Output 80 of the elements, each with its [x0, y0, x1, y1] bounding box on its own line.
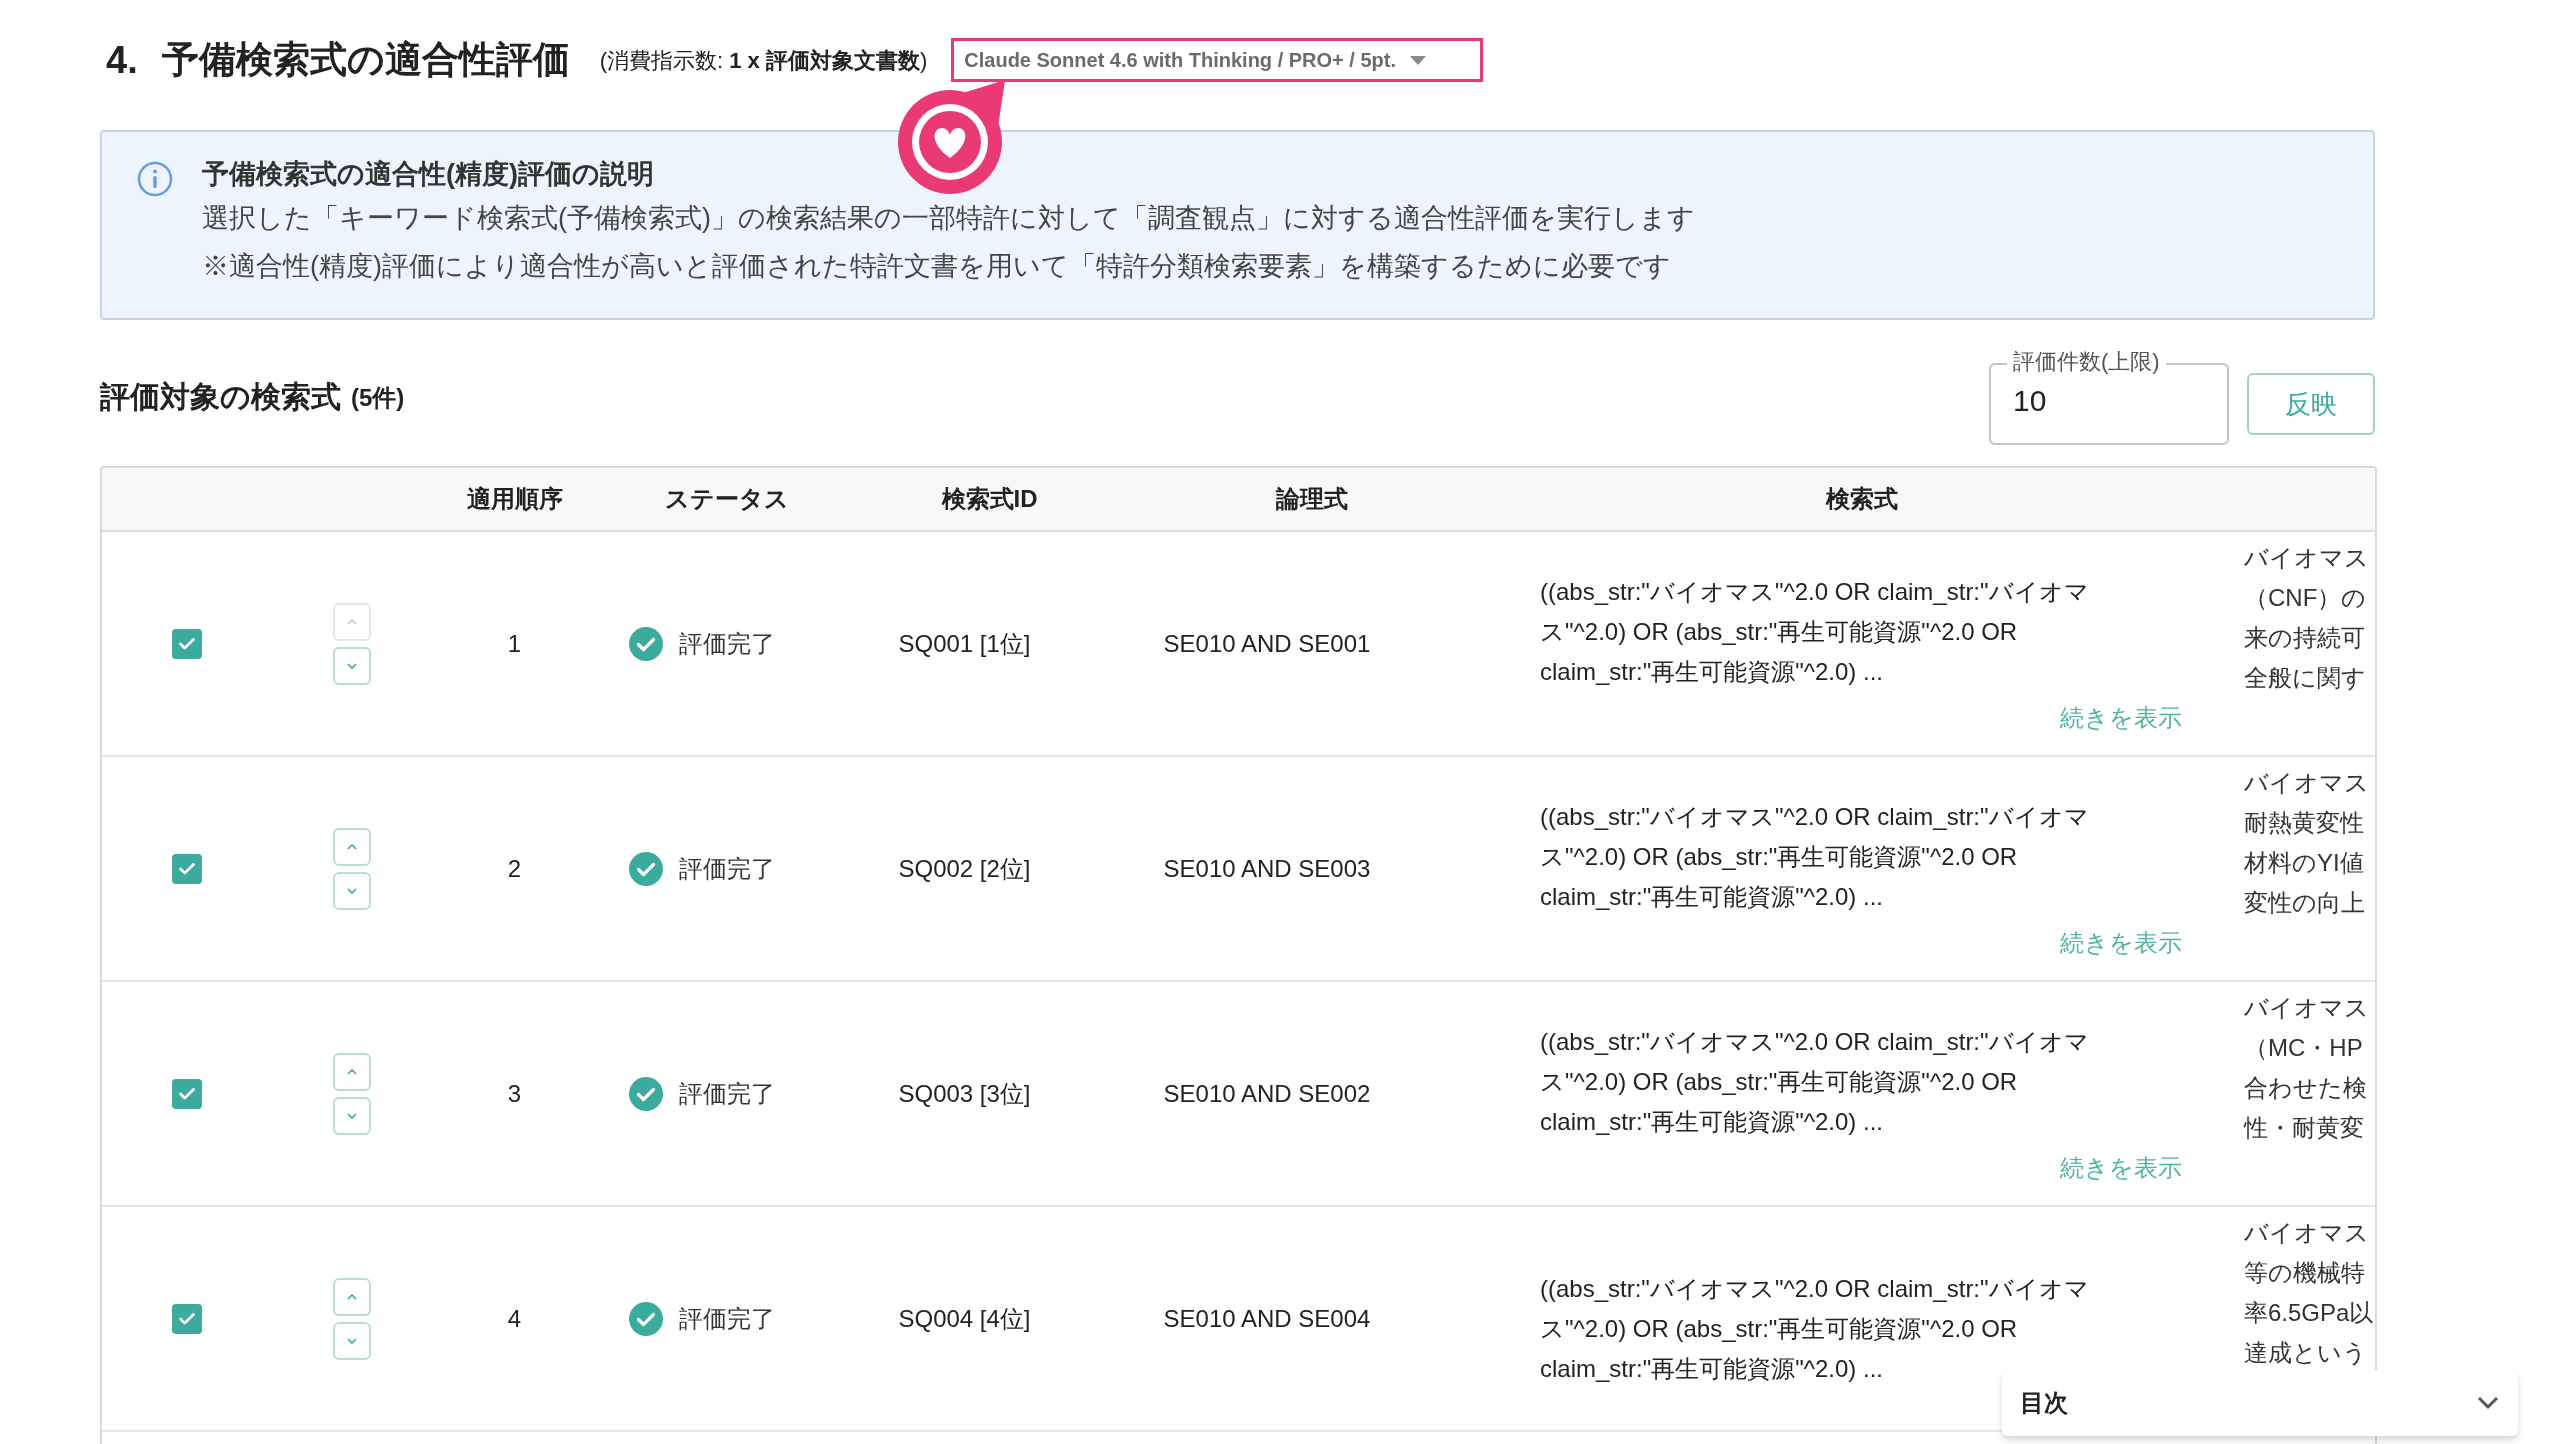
table-cell-text: 変性の向上 — [2244, 888, 2366, 918]
info-title: 予備検索式の適合性(精度)評価の説明 — [202, 158, 655, 191]
table-cell-text: 全般に関す — [2244, 663, 2367, 693]
move-up-button[interactable] — [333, 1052, 371, 1091]
table-cell-text: SE010 AND SE002 — [1163, 1078, 1371, 1109]
chevron-down-icon — [346, 661, 358, 670]
chevron-down-icon — [346, 1111, 358, 1120]
chevron-down-icon — [346, 1336, 358, 1345]
toc-panel[interactable]: 目次 — [2002, 1370, 2518, 1436]
status-label: 評価完了 — [679, 853, 775, 884]
table-cell-text: SQ002 [2位] — [898, 853, 1031, 884]
table-cell-text: SQ004 [4位] — [898, 1303, 1031, 1334]
table-cell-text: SE010 AND SE004 — [1163, 1303, 1371, 1334]
column-header: 検索式ID — [941, 484, 1038, 514]
table-cell-text: SE010 AND SE003 — [1163, 853, 1371, 884]
column-header: 検索式 — [1826, 484, 1898, 514]
list-title: 評価対象の検索式 — [100, 378, 341, 415]
info-icon — [136, 160, 174, 198]
table-cell-text: SE010 AND SE001 — [1163, 628, 1371, 659]
table-cell-text: 来の持続可 — [2244, 623, 2366, 653]
list-count: (5件) — [351, 383, 405, 413]
checkbox[interactable] — [172, 1303, 202, 1334]
table-cell-text: バイオマス — [2244, 543, 2370, 573]
table-cell-text: 合わせた検 — [2244, 1073, 2368, 1103]
checkbox[interactable] — [172, 1078, 202, 1109]
table-cell-text: SQ001 [1位] — [898, 628, 1031, 659]
table-cell-text: 耐熱黄変性 — [2244, 808, 2365, 838]
status-label: 評価完了 — [679, 1078, 775, 1109]
cost-note: (消費指示数: 1 x 評価対象文書数) — [599, 46, 928, 75]
info-text: ※適合性(精度)評価により適合性が高いと評価された特許文書を用いて「特許分類検索要素」を構築するために必要です — [202, 250, 1672, 283]
check-circle-icon — [629, 626, 663, 661]
checkbox[interactable] — [172, 853, 202, 884]
caret-down-icon — [1410, 55, 1426, 65]
chevron-up-icon — [346, 1067, 358, 1076]
column-header: 論理式 — [1276, 484, 1348, 514]
table-cell-text: SQ003 [3位] — [898, 1078, 1031, 1109]
table-cell-text: バイオマス — [2244, 993, 2370, 1023]
table-cell-text: 3 — [507, 1078, 522, 1109]
table-cell-text: バイオマス — [2244, 768, 2370, 798]
move-up-button[interactable] — [333, 827, 371, 866]
section-title: 予備検索式の適合性評価 — [161, 38, 570, 83]
check-circle-icon — [629, 851, 663, 886]
move-down-button[interactable] — [333, 646, 371, 685]
table-cell-text: 4 — [507, 1303, 522, 1334]
query-text: ((abs_str:"バイオマス"^2.0 OR claim_str:"バイオマス"^2.0) OR (abs_str:"再生可能資源"^2.0 OR claim_str:"再生可能資源"^2.0) ... — [1540, 1026, 2090, 1137]
show-more-link[interactable]: 続きを表示 — [2060, 699, 2182, 736]
status-label: 評価完了 — [679, 1303, 775, 1334]
move-down-button[interactable] — [333, 871, 371, 910]
check-circle-icon — [629, 1076, 663, 1111]
table-cell-text: 1 — [507, 628, 522, 659]
table-cell-text: （MC・HP — [2244, 1033, 2364, 1063]
apply-button[interactable]: 反映 — [2247, 373, 2375, 435]
chevron-down-icon — [346, 886, 358, 895]
check-circle-icon — [629, 1301, 663, 1336]
toc-title: 目次 — [2020, 1388, 2068, 1418]
query-text: ((abs_str:"バイオマス"^2.0 OR claim_str:"バイオマス"^2.0) OR (abs_str:"再生可能資源"^2.0 OR claim_str:"再生可能資源"^2.0) ... — [1540, 801, 2090, 912]
info-text: 選択した「キーワード検索式(予備検索式)」の検索結果の一部特許に対して「調査観点」に対する適合性評価を実行します — [202, 202, 1695, 235]
checkbox[interactable] — [172, 628, 202, 659]
move-up-button[interactable] — [333, 1277, 371, 1316]
table-cell-text: 達成という — [2244, 1338, 2368, 1368]
column-header: ステータス — [665, 484, 789, 514]
chevron-up-icon — [346, 1292, 358, 1301]
section-number: 4. — [106, 37, 138, 83]
move-down-button[interactable] — [333, 1096, 371, 1135]
query-text: ((abs_str:"バイオマス"^2.0 OR claim_str:"バイオマス"^2.0) OR (abs_str:"再生可能資源"^2.0 OR claim_str:"再生可能資源"^2.0) ... — [1540, 576, 2090, 687]
show-more-link[interactable]: 続きを表示 — [2060, 924, 2182, 961]
table-cell-text: 2 — [507, 853, 522, 884]
table-cell-text: 材料のYI値 — [2244, 848, 2365, 878]
status-label: 評価完了 — [679, 628, 775, 659]
table-cell-text: バイオマス — [2244, 1218, 2370, 1248]
move-down-button[interactable] — [333, 1321, 371, 1360]
chevron-up-icon — [346, 617, 358, 626]
show-more-link[interactable]: 続きを表示 — [2060, 1149, 2182, 1186]
table-cell-text: 性・耐黄変 — [2244, 1113, 2365, 1143]
table-cell-text: （CNF）の — [2244, 583, 2368, 613]
model-select[interactable]: Claude Sonnet 4.6 with Thinking / PRO+ / 5pt. — [951, 38, 1484, 82]
table-cell-text: 等の機械特 — [2244, 1258, 2366, 1288]
table-cell-text: 率6.5GPa以 — [2244, 1298, 2375, 1328]
column-header: 適用順序 — [466, 484, 563, 514]
chevron-up-icon — [346, 842, 358, 851]
